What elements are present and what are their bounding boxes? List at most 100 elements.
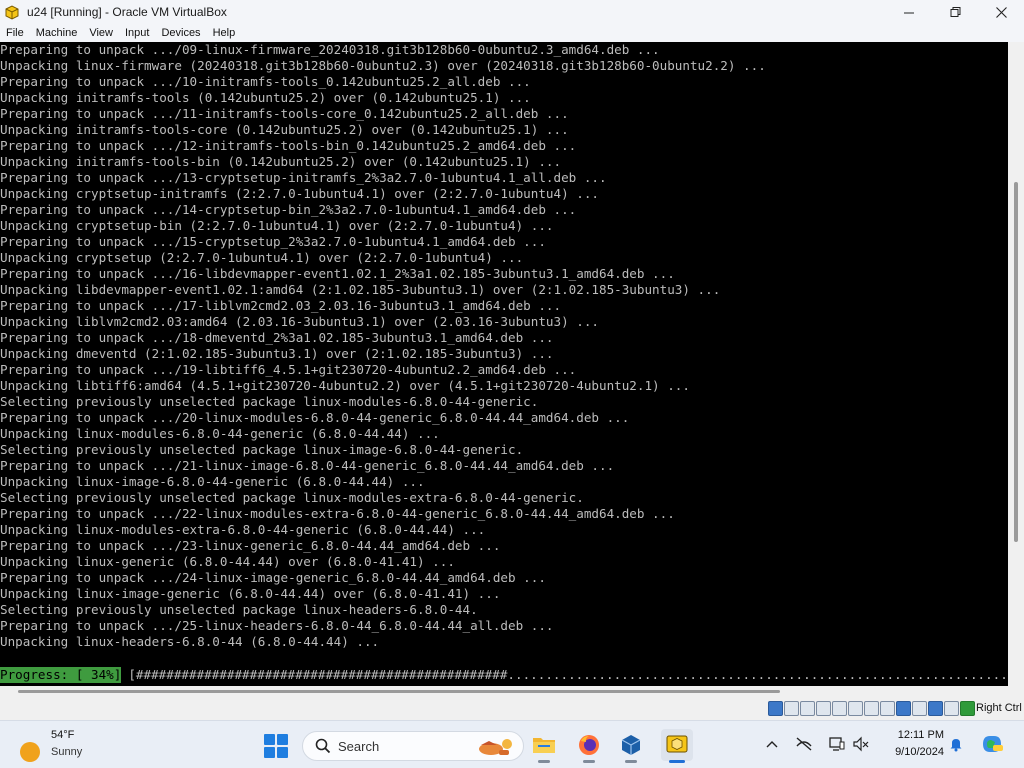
sun-icon[interactable] — [20, 742, 40, 762]
optical-drive-icon[interactable] — [784, 701, 799, 716]
app-running-indicator — [625, 760, 637, 763]
close-button[interactable] — [978, 0, 1024, 24]
console-line: Selecting previously unselected package … — [0, 602, 478, 617]
menu-machine[interactable]: Machine — [30, 24, 84, 42]
windows-taskbar: 54°F Sunny Search 12:11 PM 9/10/2024 — [0, 720, 1024, 768]
windows-logo-icon — [264, 734, 275, 745]
display-icon — [829, 737, 845, 751]
weather-condition[interactable]: Sunny — [51, 746, 82, 758]
close-icon — [995, 6, 1007, 18]
taskbar-file-explorer[interactable] — [528, 729, 560, 763]
minimize-icon — [903, 12, 914, 13]
console-line: Unpacking initramfs-tools-core (0.142ubu… — [0, 122, 569, 137]
console-line: Selecting previously unselected package … — [0, 442, 524, 457]
console-line: Unpacking libtiff6:amd64 (4.5.1+git23072… — [0, 378, 690, 393]
console-line: Preparing to unpack .../12-initramfs-too… — [0, 138, 577, 153]
taskbar-search[interactable]: Search — [302, 731, 524, 761]
console-line: Unpacking libdevmapper-event1.02.1:amd64… — [0, 282, 721, 297]
file-explorer-icon — [533, 738, 555, 753]
shared-folders-icon[interactable] — [848, 701, 863, 716]
maximize-icon — [950, 6, 960, 17]
window-titlebar[interactable]: u24 [Running] - Oracle VM VirtualBox — [0, 0, 1024, 24]
firefox-icon — [579, 735, 599, 755]
clock-date[interactable]: 9/10/2024 — [882, 746, 944, 758]
vm-console[interactable]: Preparing to unpack .../09-linux-firmwar… — [0, 42, 1008, 686]
console-line: Unpacking linux-modules-6.8.0-44-generic… — [0, 426, 440, 441]
console-line: Unpacking cryptsetup-bin (2:2.7.0-1ubunt… — [0, 218, 554, 233]
console-line: Preparing to unpack .../14-cryptsetup-bi… — [0, 202, 577, 217]
console-line: Selecting previously unselected package … — [0, 394, 539, 409]
start-button[interactable] — [264, 734, 288, 758]
chevron-up-icon — [766, 741, 778, 748]
console-line: Unpacking liblvm2cmd2.03:amd64 (2.03.16-… — [0, 314, 599, 329]
taskbar-firefox[interactable] — [573, 729, 605, 763]
console-line: Preparing to unpack .../19-libtiff6_4.5.… — [0, 362, 577, 377]
console-line: Unpacking dmeventd (2:1.02.185-3ubuntu3.… — [0, 346, 554, 361]
hard-disk-icon[interactable] — [768, 701, 783, 716]
console-line: Preparing to unpack .../24-linux-image-g… — [0, 570, 546, 585]
copilot-button[interactable] — [980, 735, 1004, 753]
console-line: Selecting previously unselected package … — [0, 490, 584, 505]
virtualbox-cube-icon[interactable] — [4, 4, 20, 20]
maximize-button[interactable] — [932, 0, 978, 24]
console-line: Unpacking linux-modules-extra-6.8.0-44-g… — [0, 522, 486, 537]
search-highlight-icon — [479, 739, 512, 755]
weather-temperature[interactable]: 54°F — [51, 729, 74, 741]
search-placeholder: Search — [338, 739, 380, 754]
show-hidden-icons-button[interactable] — [763, 735, 781, 753]
progress-label: Progress: [ 34%] — [0, 667, 122, 683]
virtualbox-vm-icon — [666, 735, 688, 753]
keyboard-icon[interactable] — [960, 701, 975, 716]
console-line: Unpacking cryptsetup-initramfs (2:2.7.0-… — [0, 186, 599, 201]
tray-volume[interactable] — [852, 735, 870, 753]
video-capture-icon[interactable] — [880, 701, 895, 716]
apt-progress: Progress: [ 34%] [######################… — [0, 667, 1008, 683]
menu-view[interactable]: View — [83, 24, 119, 42]
vm-status-bar: Right Ctrl — [0, 698, 1024, 720]
mouse-integration-icon[interactable] — [944, 701, 959, 716]
console-line: Unpacking linux-headers-6.8.0-44 (6.8.0-… — [0, 634, 380, 649]
console-line: Unpacking cryptsetup (2:2.7.0-1ubuntu4.1… — [0, 250, 524, 265]
taskbar-virtualbox-vm[interactable] — [661, 729, 693, 763]
tray-display[interactable] — [828, 735, 846, 753]
console-line: Preparing to unpack .../20-linux-modules… — [0, 410, 630, 425]
volume-muted-icon — [853, 736, 869, 752]
vertical-scroll-thumb[interactable] — [1014, 182, 1018, 542]
menu-devices[interactable]: Devices — [155, 24, 206, 42]
console-line: Preparing to unpack .../11-initramfs-too… — [0, 106, 569, 121]
console-line: Preparing to unpack .../25-linux-headers… — [0, 618, 554, 633]
audio-icon[interactable] — [800, 701, 815, 716]
clock-time[interactable]: 12:11 PM — [882, 729, 944, 741]
guest-additions-icon[interactable] — [928, 701, 943, 716]
menu-file[interactable]: File — [0, 24, 30, 42]
vertical-scrollbar[interactable] — [1008, 42, 1024, 686]
network-icon[interactable] — [816, 701, 831, 716]
console-line: Unpacking linux-generic (6.8.0-44.44) ov… — [0, 554, 455, 569]
taskbar-virtualbox[interactable] — [615, 729, 647, 763]
virtualbox-icon — [621, 735, 641, 755]
console-line: Preparing to unpack .../18-dmeventd_2%3a… — [0, 330, 554, 345]
usb-icon[interactable] — [832, 701, 847, 716]
menu-input[interactable]: Input — [119, 24, 155, 42]
progress-bar: [#######################################… — [128, 667, 1008, 682]
console-line: Preparing to unpack .../09-linux-firmwar… — [0, 42, 660, 57]
console-line: Preparing to unpack .../17-liblvm2cmd2.0… — [0, 298, 562, 313]
console-line: Unpacking linux-image-generic (6.8.0-44.… — [0, 586, 501, 601]
app-running-indicator — [583, 760, 595, 763]
console-line: Preparing to unpack .../16-libdevmapper-… — [0, 266, 675, 281]
notifications-button[interactable] — [947, 735, 965, 753]
minimize-button[interactable] — [886, 0, 932, 24]
tray-network[interactable] — [795, 735, 813, 753]
display-icon[interactable] — [864, 701, 879, 716]
console-line: Preparing to unpack .../22-linux-modules… — [0, 506, 675, 521]
copilot-icon — [983, 736, 1003, 752]
horizontal-scrollbar[interactable] — [0, 686, 1024, 698]
console-line: Unpacking linux-image-6.8.0-44-generic (… — [0, 474, 425, 489]
console-line: Unpacking initramfs-tools (0.142ubuntu25… — [0, 90, 531, 105]
menu-help[interactable]: Help — [207, 24, 242, 42]
recording-icon[interactable] — [896, 701, 911, 716]
horizontal-scroll-thumb[interactable] — [18, 690, 780, 693]
console-line: Preparing to unpack .../10-initramfs-too… — [0, 74, 531, 89]
cpu-icon[interactable] — [912, 701, 927, 716]
console-line: Unpacking initramfs-tools-bin (0.142ubun… — [0, 154, 562, 169]
